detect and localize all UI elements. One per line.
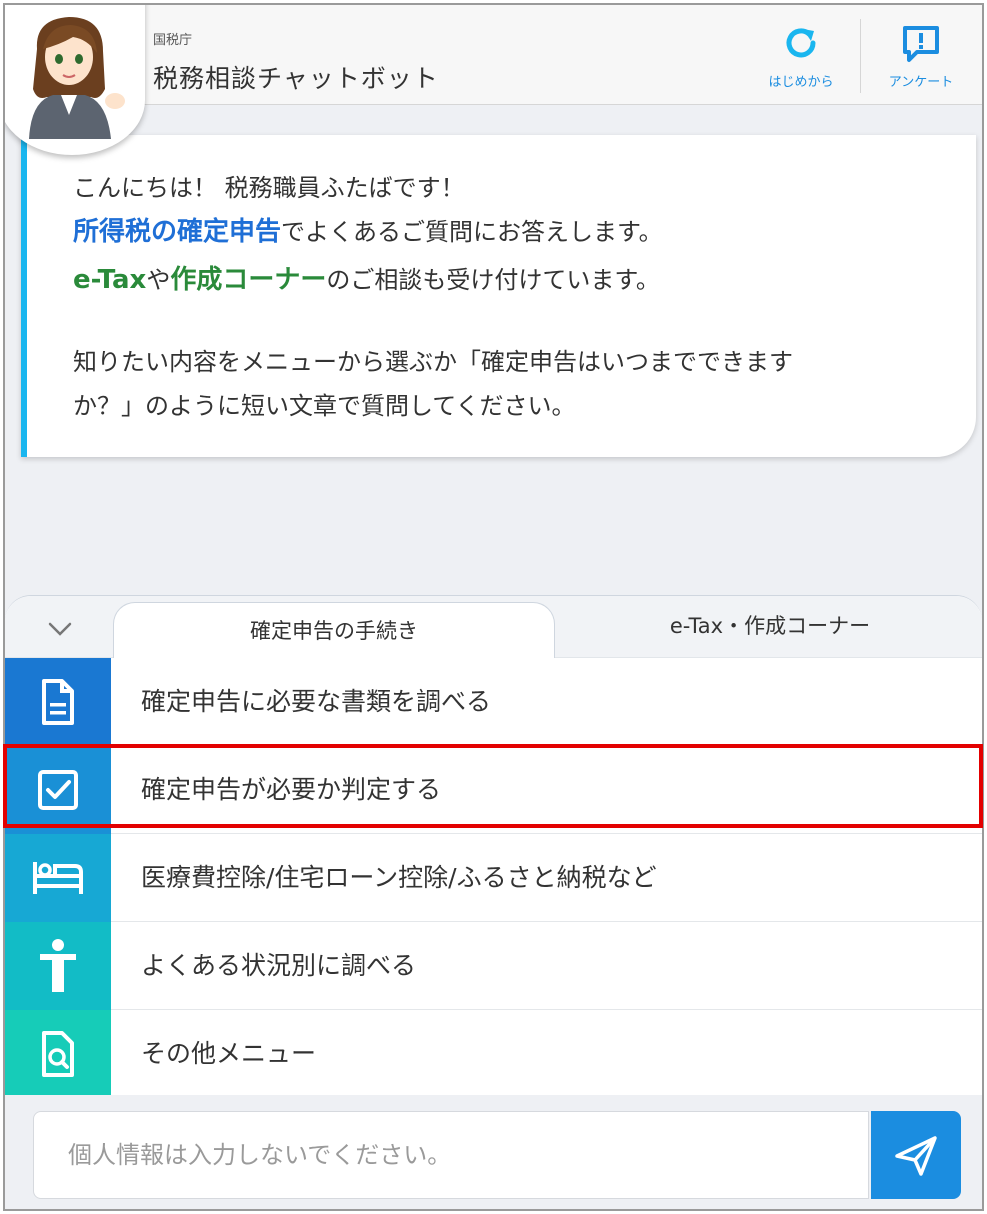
input-bar: [5, 1095, 982, 1209]
message-line-2: 所得税の確定申告でよくあるご質問にお答えします。: [73, 217, 663, 247]
message-line-3: e-Taxや作成コーナーのご相談も受け付けています。: [73, 265, 660, 295]
message-line-3-rest: のご相談も受け付けています。: [326, 266, 660, 294]
restart-button[interactable]: はじめから: [753, 19, 849, 95]
income-tax-highlight: 所得税の確定申告: [73, 217, 282, 247]
menu-item-icon-bg: [5, 922, 111, 1010]
menu-item-other[interactable]: その他メニュー: [5, 1010, 982, 1098]
menu-item-label: その他メニュー: [141, 1039, 317, 1068]
send-icon: [895, 1136, 937, 1176]
menu-item-required-documents[interactable]: 確定申告に必要な書類を調べる: [5, 658, 982, 746]
message-line-2-rest: でよくあるご質問にお答えします。: [281, 218, 663, 246]
bed-icon: [33, 862, 83, 894]
menu-item-icon-bg: [5, 746, 111, 834]
menu-item-deductions[interactable]: 医療費控除/住宅ローン控除/ふるさと納税など: [5, 834, 982, 922]
menu-list: 確定申告に必要な書類を調べる 確定申告が必要か判定する 医療費控除/住宅ローン控…: [5, 658, 982, 1098]
checkbox-icon: [38, 770, 78, 810]
restart-label: はじめから: [768, 75, 834, 90]
menu-item-icon-bg: [5, 834, 111, 922]
page-title: 税務相談チャットボット: [153, 64, 439, 93]
header-divider: [860, 19, 861, 93]
menu-panel: 確定申告の手続き e-Tax・作成コーナー 確定申告に必要な書類を調べる 確定申…: [5, 595, 982, 1098]
message-line-5: か？」のように短い文章で質問してください。: [73, 392, 576, 420]
chevron-down-icon: [48, 622, 72, 636]
search-document-icon: [42, 1031, 74, 1077]
message-line-1: こんにちは！ 税務職員ふたばです！: [73, 174, 465, 202]
menu-item-label: よくある状況別に調べる: [141, 951, 417, 980]
menu-item-icon-bg: [5, 1010, 111, 1098]
tab-etax-creation-corner[interactable]: e-Tax・作成コーナー: [565, 604, 975, 660]
bot-message-bubble: こんにちは！ 税務職員ふたばです！ 所得税の確定申告でよくあるご質問にお答えしま…: [21, 135, 976, 457]
menu-item-need-judgment[interactable]: 確定申告が必要か判定する: [5, 746, 982, 834]
message-line-4: 知りたい内容をメニューから選ぶか「確定申告はいつまでできます: [73, 348, 793, 376]
document-icon: [42, 679, 74, 725]
message-line-3-mid: や: [146, 266, 171, 294]
header: 国税庁 税務相談チャットボット はじめから アンケート: [5, 5, 982, 155]
collapse-menu-button[interactable]: [35, 612, 85, 646]
menu-item-situations[interactable]: よくある状況別に調べる: [5, 922, 982, 1010]
menu-item-label: 医療費控除/住宅ローン控除/ふるさと納税など: [141, 863, 657, 892]
survey-button[interactable]: アンケート: [873, 19, 969, 95]
menu-item-label: 確定申告が必要か判定する: [141, 775, 442, 804]
etax-highlight: e-Tax: [73, 265, 147, 295]
refresh-icon: [786, 28, 816, 58]
menu-item-icon-bg: [5, 658, 111, 746]
tab-tax-return-procedures[interactable]: 確定申告の手続き: [113, 602, 555, 658]
creation-corner-highlight: 作成コーナー: [170, 265, 327, 295]
menu-item-label: 確定申告に必要な書類を調べる: [141, 687, 492, 716]
chatbot-window: 国税庁 税務相談チャットボット はじめから アンケート こんにちは！ 税務職員ふ…: [3, 3, 984, 1211]
staff-avatar-icon: [29, 17, 125, 139]
feedback-icon: [903, 26, 939, 62]
person-icon: [40, 939, 76, 992]
menu-tabs: 確定申告の手続き e-Tax・作成コーナー: [5, 596, 982, 658]
send-button[interactable]: [871, 1111, 961, 1199]
survey-label: アンケート: [888, 75, 954, 90]
avatar: [5, 5, 145, 155]
agency-name: 国税庁: [153, 33, 193, 48]
question-input[interactable]: [33, 1111, 869, 1199]
